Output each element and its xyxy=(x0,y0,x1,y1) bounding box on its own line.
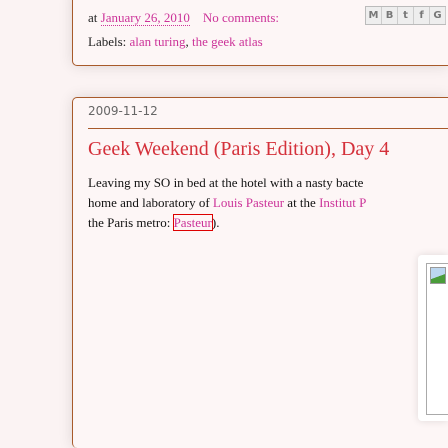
post-body: Leaving my SO in bed at the hotel with a… xyxy=(88,173,448,233)
pasteur-metro-link[interactable]: Pasteur xyxy=(172,214,213,231)
post-image[interactable] xyxy=(426,263,448,415)
post-title[interactable]: Geek Weekend (Paris Edition), Day 4 xyxy=(88,138,448,161)
post-date-link[interactable]: January 26, 2010 xyxy=(100,10,190,26)
post-labels: Labels: alan turing, the geek atlas xyxy=(88,34,263,50)
blogger-share-button[interactable]: B xyxy=(382,7,398,24)
label-link-alan-turing[interactable]: alan turing xyxy=(130,34,186,49)
broken-image-icon xyxy=(430,267,446,284)
comments-link[interactable]: No comments: xyxy=(203,10,279,25)
image-frame xyxy=(418,255,448,421)
label-link-geek-atlas[interactable]: the geek atlas xyxy=(192,34,263,49)
post-meta: at January 26, 2010 No comments: xyxy=(88,10,279,26)
body-text: the Paris metro: xyxy=(88,215,174,230)
labels-prefix: Labels: xyxy=(88,34,127,49)
posted-at-label: at xyxy=(88,10,98,25)
body-text: ). xyxy=(211,215,220,230)
pinterest-share-button[interactable]: G xyxy=(430,7,446,24)
share-buttons: M B t f G xyxy=(365,6,446,25)
divider xyxy=(88,128,448,129)
body-line: Leaving my SO in bed at the hotel with a… xyxy=(88,175,364,190)
louis-pasteur-link[interactable]: Louis Pasteur xyxy=(213,195,284,210)
institut-pasteur-link[interactable]: Institut P xyxy=(319,195,366,210)
body-line: the Paris metro: Pasteur). xyxy=(88,213,448,233)
email-share-button[interactable]: M xyxy=(366,7,382,24)
body-text: home and laboratory of xyxy=(88,195,213,210)
body-line: home and laboratory of Louis Pasteur at … xyxy=(88,193,448,213)
post-date-header: 2009-11-12 xyxy=(88,104,158,118)
body-text: at the xyxy=(284,195,320,210)
facebook-share-button[interactable]: f xyxy=(414,7,430,24)
twitter-share-button[interactable]: t xyxy=(398,7,414,24)
